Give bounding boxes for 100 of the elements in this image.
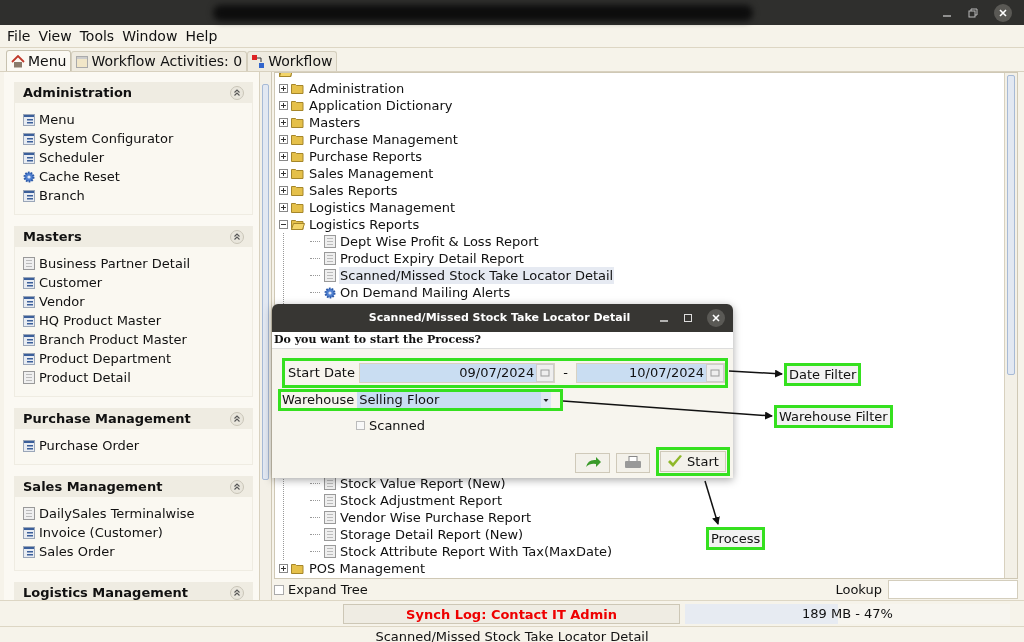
date-field[interactable]: 09/07/2024 [358, 363, 556, 383]
sidebar-item[interactable]: HQ Product Master [39, 310, 162, 331]
expand-icon[interactable] [279, 203, 288, 212]
close-icon[interactable] [994, 3, 1012, 22]
annotation-label: Date Filter [784, 363, 862, 386]
collapse-icon[interactable] [230, 586, 244, 600]
sidebar-item[interactable]: Product Detail [39, 367, 131, 388]
expand-icon[interactable] [279, 564, 288, 573]
annotation-arrow [704, 480, 720, 525]
document-icon [324, 269, 336, 282]
sidebar-item[interactable]: DailySales Terminalwise [39, 503, 195, 524]
menubar-heading[interactable]: Window [118, 25, 182, 47]
sidebar-item[interactable]: Scheduler [39, 147, 105, 168]
menubar-heading[interactable]: Help [181, 25, 222, 47]
expand-icon[interactable] [279, 186, 288, 195]
sidebar-item[interactable]: Invoice (Customer) [39, 522, 163, 543]
expand-icon[interactable] [279, 118, 288, 127]
tree-item[interactable]: Vendor Wise Purchase Report [339, 509, 533, 526]
menubar-heading[interactable]: View [34, 25, 76, 47]
print-button[interactable] [616, 453, 650, 473]
sidebar-item[interactable]: Product Department [39, 348, 172, 369]
warehouse-select[interactable]: Selling Floor [357, 392, 552, 408]
printer-icon [624, 456, 642, 470]
tab[interactable]: Workflow Activities: 0 [71, 51, 248, 71]
tree-item[interactable]: Sales Reports [308, 182, 399, 199]
tree-item[interactable]: POS Management [308, 560, 427, 577]
sidebar-item[interactable]: Business Partner Detail [39, 253, 191, 274]
document-icon [324, 252, 336, 265]
tree-item[interactable]: Masters [308, 114, 362, 131]
tree-item[interactable]: On Demand Mailing Alerts [339, 284, 512, 301]
close-icon[interactable] [707, 309, 725, 327]
document-icon [324, 511, 336, 524]
sidebar-item[interactable]: Branch [39, 185, 85, 206]
document-icon [23, 507, 35, 520]
scrollbar[interactable] [259, 72, 271, 600]
sidebar-item[interactable]: Sales Order [39, 541, 115, 562]
window-icon [23, 352, 35, 365]
collapse-icon[interactable] [230, 480, 244, 494]
memory-reading: 189 MB - 47% [801, 604, 894, 623]
scrollbar[interactable] [1004, 73, 1017, 578]
tree-item[interactable]: Logistics Management [308, 199, 456, 216]
lookup-label: Lookup [835, 580, 882, 599]
checkbox-label: Expand Tree [288, 580, 368, 599]
tree-item[interactable]: Purchase Management [308, 131, 459, 148]
workflow-icon [252, 55, 266, 68]
menubar-heading[interactable]: File [3, 25, 35, 47]
tree-item[interactable]: Logistics Reports [308, 216, 421, 233]
sidebar-item[interactable]: System Configurator [39, 128, 174, 149]
tree-item[interactable]: Application Dictionary [308, 97, 454, 114]
collapse-icon[interactable] [230, 86, 244, 100]
restore-icon[interactable] [968, 7, 978, 18]
tree-item[interactable]: Administration [308, 80, 406, 97]
folder-icon [291, 563, 305, 574]
expand-icon[interactable] [279, 169, 288, 178]
window-icon [23, 189, 35, 202]
tree-item[interactable]: Dept Wise Profit & Loss Report [339, 233, 540, 250]
tree-item[interactable]: Purchase Reports [308, 148, 424, 165]
start-button[interactable]: Start [660, 451, 726, 472]
sidebar-item[interactable]: Branch Product Master [39, 329, 187, 350]
expand-icon[interactable] [279, 84, 288, 93]
annotation-label: Process [706, 527, 766, 550]
tree-item[interactable]: Scanned/Missed Stock Take Locator Detail [339, 267, 615, 284]
collapse-icon[interactable] [230, 230, 244, 244]
menubar-heading[interactable]: Tools [75, 25, 119, 47]
tree-item[interactable]: Stock Adjustment Report [339, 492, 503, 509]
checkbox[interactable] [274, 584, 284, 595]
panel-title: Sales Management [23, 478, 163, 497]
sync-log-button[interactable]: Synch Log: Contact IT Admin [343, 603, 680, 624]
sidebar-item[interactable]: Menu [39, 109, 75, 130]
panel-title: Purchase Management [23, 410, 191, 429]
sidebar-item[interactable]: Vendor [39, 291, 85, 312]
folder-icon [291, 151, 305, 162]
maximize-icon[interactable] [683, 313, 693, 323]
window-icon [23, 132, 35, 145]
dropdown-icon[interactable] [541, 392, 552, 408]
sidebar-item[interactable]: Purchase Order [39, 435, 140, 456]
tree-item[interactable]: Stock Attribute Report With Tax(MaxDate) [339, 543, 614, 560]
tree-item[interactable]: Sales Management [308, 165, 435, 182]
expand-icon[interactable] [279, 135, 288, 144]
tab[interactable]: Workflow [247, 51, 338, 71]
tree-item[interactable]: Product Expiry Detail Report [339, 250, 525, 267]
open-folder-icon [291, 219, 305, 230]
document-icon [324, 494, 336, 507]
sidebar-item[interactable]: Customer [39, 272, 103, 293]
list-icon [76, 55, 89, 68]
lookup-field[interactable] [888, 580, 1018, 599]
tree-item[interactable]: Stock Value Report (New) [339, 475, 507, 492]
expand-icon[interactable] [279, 152, 288, 161]
tab[interactable]: Menu [6, 50, 72, 71]
field-label: Start Date [288, 364, 355, 383]
sidebar-item[interactable]: Cache Reset [39, 166, 120, 187]
date-field[interactable]: 10/07/2024 [575, 363, 725, 383]
expand-icon[interactable] [279, 101, 288, 110]
refresh-button[interactable] [575, 453, 610, 473]
checkbox[interactable] [356, 421, 365, 431]
gear-icon [324, 286, 336, 299]
tree-item[interactable]: Storage Detail Report (New) [339, 526, 525, 543]
annotation-arrow [728, 369, 783, 378]
collapse-icon[interactable] [279, 220, 288, 229]
collapse-icon[interactable] [230, 412, 244, 426]
